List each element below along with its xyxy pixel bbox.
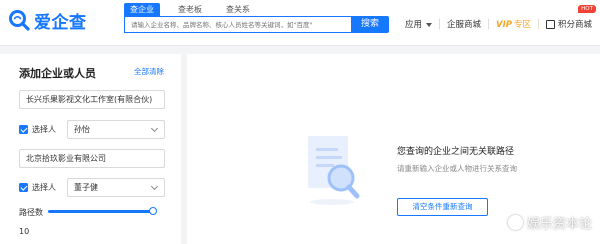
magnifier-logo-icon xyxy=(8,9,30,31)
brand-logo[interactable]: 爱企查 xyxy=(8,8,87,33)
watermark-text: 娱乐资本论 xyxy=(526,217,592,232)
tab-boss[interactable]: 查老板 xyxy=(172,3,208,16)
apps-menu[interactable]: 应用 xyxy=(405,18,432,30)
checkbox-label: 选择人 xyxy=(32,183,56,192)
watermark-logo-icon xyxy=(507,215,523,230)
tab-company[interactable]: 查企业 xyxy=(124,3,160,16)
query-panel: 添加企业或人员 全部清除 长兴乐果影视文化工作室(有限合伙) 选择人 孙怡 北京… xyxy=(0,54,181,244)
tab-relation[interactable]: 查关系 xyxy=(220,3,256,16)
mall-link[interactable]: 企服商城 xyxy=(447,18,481,30)
empty-search-illustration-icon xyxy=(304,134,362,206)
company-input-2[interactable]: 北京拾玖影业有限公司 xyxy=(19,149,165,168)
chevron-down-icon xyxy=(150,182,159,191)
select-person-checkbox-2[interactable]: 选择人 xyxy=(19,178,56,197)
vip-label: VIP xyxy=(495,20,512,30)
empty-state-subtitle: 请重新输入企业或人物进行关系查询 xyxy=(397,164,517,173)
divider xyxy=(487,19,489,29)
points-mall-link[interactable]: 积分商城 HOT xyxy=(545,5,596,30)
search-input[interactable] xyxy=(124,16,351,33)
points-mall-label: 积分商城 xyxy=(557,20,592,30)
path-count-value: 10 xyxy=(19,227,30,236)
checkbox-checked-icon xyxy=(19,183,28,192)
company-input-1[interactable]: 长兴乐果影视文化工作室(有限合伙) xyxy=(19,90,165,109)
divider xyxy=(438,19,440,29)
apps-label: 应用 xyxy=(404,20,422,30)
path-count-label: 路径数 xyxy=(19,208,43,217)
gift-icon xyxy=(545,19,555,29)
slider-handle[interactable] xyxy=(149,207,157,215)
person-select-value: 孙怡 xyxy=(74,125,90,134)
select-person-checkbox-1[interactable]: 选择人 xyxy=(19,120,56,139)
empty-state-title: 您查询的企业之间无关联路径 xyxy=(397,147,515,157)
checkbox-label: 选择人 xyxy=(32,125,56,134)
path-count-slider[interactable] xyxy=(48,207,157,215)
person-select-1[interactable]: 孙怡 xyxy=(67,120,165,139)
search-tabs: 查企业 查老板 查关系 xyxy=(124,3,268,16)
person-select-value: 董子健 xyxy=(74,183,98,192)
hot-badge: HOT xyxy=(578,5,596,13)
clear-all-link[interactable]: 全部清除 xyxy=(134,66,164,77)
checkbox-checked-icon xyxy=(19,125,28,134)
search-button[interactable]: 搜索 xyxy=(351,16,389,33)
reset-query-button[interactable]: 清空条件重新查询 xyxy=(397,198,488,216)
top-nav: 应用 企服商城 VIP 专区 积分商城 HOT xyxy=(405,5,596,30)
slider-fill xyxy=(48,210,153,213)
caret-down-icon xyxy=(425,22,432,27)
divider xyxy=(537,19,539,29)
chevron-down-icon xyxy=(150,124,159,133)
brand-name: 爱企查 xyxy=(34,12,87,33)
vip-sub-label: 专区 xyxy=(513,20,531,30)
top-header: 爱企查 查企业 查老板 查关系 搜索 应用 企服商城 VIP专区 积分商城 HO… xyxy=(0,0,600,46)
person-select-2[interactable]: 董子健 xyxy=(67,178,165,197)
vip-link[interactable]: VIP 专区 xyxy=(496,18,531,30)
watermark: 娱乐资本论 xyxy=(507,213,592,232)
panel-title: 添加企业或人员 xyxy=(19,67,96,80)
